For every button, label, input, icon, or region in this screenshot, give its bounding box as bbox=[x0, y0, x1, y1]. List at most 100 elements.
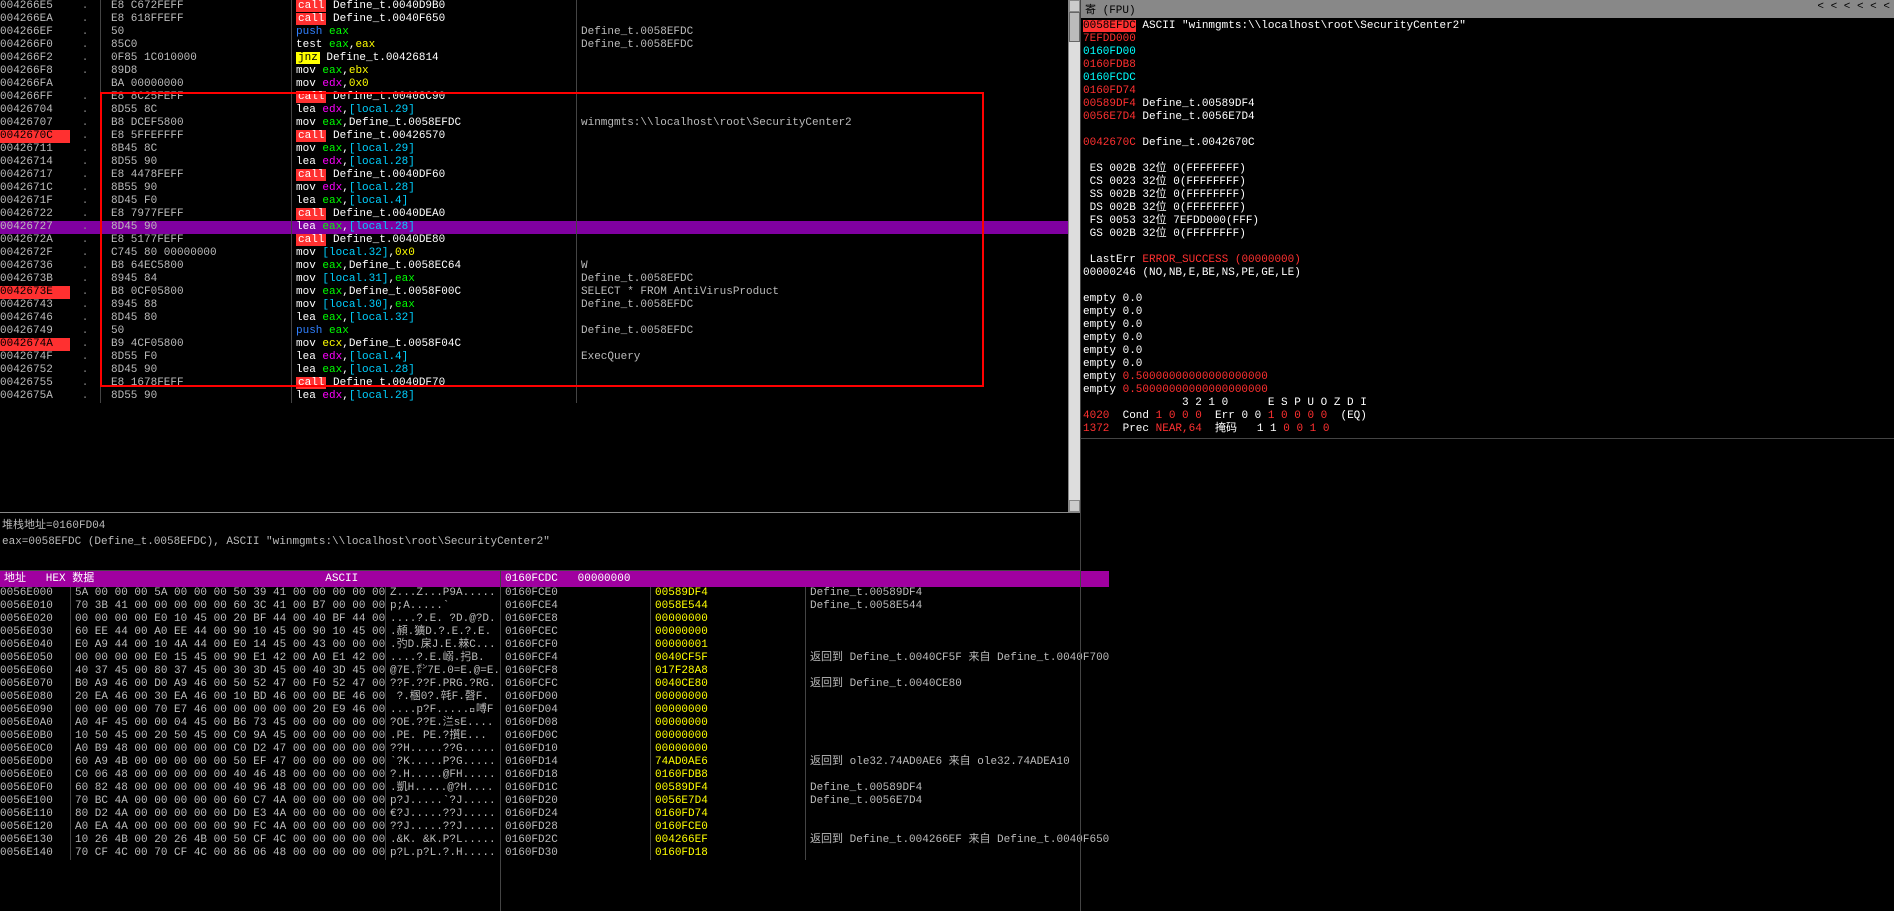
hex-row[interactable]: 0056E040E0 A9 44 00 10 4A 44 00 E0 14 45… bbox=[0, 639, 500, 652]
bytes: 50 bbox=[101, 26, 292, 39]
stack-row[interactable]: 0160FD240160FD74 bbox=[501, 808, 1109, 821]
hex-row[interactable]: 0056E0D060 A9 4B 00 00 00 00 00 50 EF 47… bbox=[0, 756, 500, 769]
stack-row[interactable]: 0160FCE40058E544Define_t.0058E544 bbox=[501, 600, 1109, 613]
disasm-row[interactable]: 0042671F.8D45 F0lea eax,[local.4] bbox=[0, 195, 1080, 208]
status-line-2: eax=0058EFDC (Define_t.0058EFDC), ASCII … bbox=[0, 534, 1080, 550]
bytes: E8 7977FEFF bbox=[101, 208, 292, 221]
disasm-row[interactable]: 0042674A.B9 4CF05800mov ecx,Define_t.005… bbox=[0, 338, 1080, 351]
hex-row[interactable]: 0056E120A0 EA 4A 00 00 00 00 00 90 FC 4A… bbox=[0, 821, 500, 834]
disasm-row[interactable]: 0042673E.B8 0CF05800mov eax,Define_t.005… bbox=[0, 286, 1080, 299]
stack-row[interactable]: 0160FCE800000000 bbox=[501, 613, 1109, 626]
disasm-row[interactable]: 0042673B.8945 84mov [local.31],eaxDefine… bbox=[0, 273, 1080, 286]
mnemonic: jnz Define_t.00426814 bbox=[292, 52, 577, 65]
hex-row[interactable]: 0056E08020 EA 46 00 30 EA 46 00 10 BD 46… bbox=[0, 691, 500, 704]
hex-row[interactable]: 0056E070B0 A9 46 00 D0 A9 46 00 50 52 47… bbox=[0, 678, 500, 691]
disasm-row[interactable]: 004266F2.0F85 1C010000jnz Define_t.00426… bbox=[0, 52, 1080, 65]
address: 004266FF bbox=[0, 91, 70, 104]
mnemonic: lea edx,[local.4] bbox=[292, 351, 577, 364]
hex-row[interactable]: 0056E0F060 82 48 00 00 00 00 00 40 96 48… bbox=[0, 782, 500, 795]
hex-dump-panel[interactable]: 地址 HEX 数据 ASCII 0056E0005A 00 00 00 5A 0… bbox=[0, 571, 501, 911]
hex-row[interactable]: 0056E11080 D2 4A 00 00 00 00 00 D0 E3 4A… bbox=[0, 808, 500, 821]
address: 0042675A bbox=[0, 390, 70, 403]
stack-row[interactable]: 0160FD200056E7D4Define_t.0056E7D4 bbox=[501, 795, 1109, 808]
stack-row[interactable]: 0160FD1000000000 bbox=[501, 743, 1109, 756]
disasm-row[interactable]: 004266E5.E8 C672FEFFcall Define_t.0040D9… bbox=[0, 0, 1080, 13]
disassembly-panel[interactable]: 004266E5.E8 C672FEFFcall Define_t.0040D9… bbox=[0, 0, 1080, 512]
disasm-row[interactable]: 004266F0.85C0test eax,eaxDefine_t.0058EF… bbox=[0, 39, 1080, 52]
stack-row[interactable]: 0160FCEC00000000 bbox=[501, 626, 1109, 639]
hex-row[interactable]: 0056E0C0A0 B9 48 00 00 00 00 00 C0 D2 47… bbox=[0, 743, 500, 756]
disasm-row[interactable]: 00426717.E8 4478FEFFcall Define_t.0040DF… bbox=[0, 169, 1080, 182]
hex-row[interactable]: 0056E09000 00 00 00 70 E7 46 00 00 00 00… bbox=[0, 704, 500, 717]
disasm-row[interactable]: 0042672A.E8 5177FEFFcall Define_t.0040DE… bbox=[0, 234, 1080, 247]
mnemonic: push eax bbox=[292, 325, 577, 338]
stack-row[interactable]: 0160FD300160FD18 bbox=[501, 847, 1109, 860]
fpu-controls[interactable]: < < < < < < bbox=[1817, 1, 1890, 17]
registers-panel[interactable]: 0058EFDC ASCII "winmgmts:\\localhost\roo… bbox=[1081, 18, 1894, 438]
disasm-row[interactable]: 0042675A.8D55 90lea edx,[local.28] bbox=[0, 390, 1080, 403]
disasm-row[interactable]: 00426711.8B45 8Cmov eax,[local.29] bbox=[0, 143, 1080, 156]
mnemonic: mov eax,ebx bbox=[292, 65, 577, 78]
disasm-row[interactable]: 0042674F.8D55 F0lea edx,[local.4]ExecQue… bbox=[0, 351, 1080, 364]
hex-row[interactable]: 0056E0B010 50 45 00 20 50 45 00 C0 9A 45… bbox=[0, 730, 500, 743]
hex-row[interactable]: 0056E03060 EE 44 00 A0 EE 44 00 90 10 45… bbox=[0, 626, 500, 639]
stack-row[interactable]: 0160FCF40040CF5F返回到 Define_t.0040CF5F 来自… bbox=[501, 652, 1109, 665]
stack-row[interactable]: 0160FD1474AD0AE6返回到 ole32.74AD0AE6 来自 ol… bbox=[501, 756, 1109, 769]
disasm-row[interactable]: 004266FABA 00000000mov edx,0x0 bbox=[0, 78, 1080, 91]
disasm-row[interactable]: 00426743.8945 88mov [local.30],eaxDefine… bbox=[0, 299, 1080, 312]
stack-row[interactable]: 0160FD0400000000 bbox=[501, 704, 1109, 717]
disasm-row[interactable]: 004266EA.E8 618FFEFFcall Define_t.0040F6… bbox=[0, 13, 1080, 26]
hex-row[interactable]: 0056E10070 BC 4A 00 00 00 00 00 60 C7 4A… bbox=[0, 795, 500, 808]
scrollbar[interactable] bbox=[1068, 0, 1080, 512]
disasm-row[interactable]: 00426707.B8 DCEF5800mov eax,Define_t.005… bbox=[0, 117, 1080, 130]
disasm-row[interactable]: 00426704.8D55 8Clea edx,[local.29] bbox=[0, 104, 1080, 117]
hex-row[interactable]: 0056E13010 26 4B 00 20 26 4B 00 50 CF 4C… bbox=[0, 834, 500, 847]
disasm-row[interactable]: 00426714.8D55 90lea edx,[local.28] bbox=[0, 156, 1080, 169]
disasm-row[interactable]: 00426752.8D45 90lea eax,[local.28] bbox=[0, 364, 1080, 377]
hex-row[interactable]: 0056E14070 CF 4C 00 70 CF 4C 00 86 06 48… bbox=[0, 847, 500, 860]
hex-row[interactable]: 0056E0005A 00 00 00 5A 00 00 00 50 39 41… bbox=[0, 587, 500, 600]
disasm-row[interactable]: 004266EF.50push eaxDefine_t.0058EFDC bbox=[0, 26, 1080, 39]
address: 0042672F bbox=[0, 247, 70, 260]
hex-row[interactable]: 0056E05000 00 00 00 E0 15 45 00 90 E1 42… bbox=[0, 652, 500, 665]
stack-row[interactable]: 0160FD0800000000 bbox=[501, 717, 1109, 730]
stack-panel-extended[interactable] bbox=[1081, 438, 1894, 779]
stack-row[interactable]: 0160FD1C00589DF4Define_t.00589DF4 bbox=[501, 782, 1109, 795]
stack-row[interactable]: 0160FCE000589DF4Define_t.00589DF4 bbox=[501, 587, 1109, 600]
bytes: 8D45 80 bbox=[101, 312, 292, 325]
stack-panel[interactable]: 0160FCDC 00000000 0160FCE000589DF4Define… bbox=[501, 571, 1109, 911]
register-row bbox=[1083, 124, 1892, 137]
stack-row[interactable]: 0160FD0C00000000 bbox=[501, 730, 1109, 743]
disasm-row[interactable]: 00426749.50push eaxDefine_t.0058EFDC bbox=[0, 325, 1080, 338]
stack-row[interactable]: 0160FD180160FDB8 bbox=[501, 769, 1109, 782]
disasm-row[interactable]: 00426746.8D45 80lea eax,[local.32] bbox=[0, 312, 1080, 325]
disasm-row[interactable]: 0042671C.8B55 90mov edx,[local.28] bbox=[0, 182, 1080, 195]
bytes: E8 C672FEFF bbox=[101, 0, 292, 13]
stack-row[interactable]: 0160FD2C004266EF返回到 Define_t.004266EF 来自… bbox=[501, 834, 1109, 847]
comment: SELECT * FROM AntiVirusProduct bbox=[577, 286, 1080, 299]
disasm-row[interactable]: 004266F8.89D8mov eax,ebx bbox=[0, 65, 1080, 78]
disasm-row[interactable]: 00426755.E8 1678FEFFcall Define_t.0040DF… bbox=[0, 377, 1080, 390]
disasm-row[interactable]: 004266FF.E8 8C25FEFFcall Define_t.00408C… bbox=[0, 91, 1080, 104]
stack-row[interactable]: 0160FCFC0040CE80返回到 Define_t.0040CE80 bbox=[501, 678, 1109, 691]
hex-row[interactable]: 0056E0A0A0 4F 45 00 00 04 45 00 B6 73 45… bbox=[0, 717, 500, 730]
disasm-row[interactable]: 0042672F.C745 80 00000000mov [local.32],… bbox=[0, 247, 1080, 260]
stack-row[interactable]: 0160FD280160FCE0 bbox=[501, 821, 1109, 834]
disasm-row[interactable]: 00426727.8D45 90lea eax,[local.28] bbox=[0, 221, 1080, 234]
hex-row[interactable]: 0056E01070 3B 41 00 00 00 00 00 60 3C 41… bbox=[0, 600, 500, 613]
disasm-row[interactable]: 00426722.E8 7977FEFFcall Define_t.0040DE… bbox=[0, 208, 1080, 221]
bytes: 8D55 90 bbox=[101, 156, 292, 169]
register-row: 0042670C Define_t.0042670C bbox=[1083, 137, 1892, 150]
stack-row[interactable]: 0160FCF8017F28A8 bbox=[501, 665, 1109, 678]
comment bbox=[577, 234, 1080, 247]
hex-row[interactable]: 0056E06040 37 45 00 80 37 45 00 30 3D 45… bbox=[0, 665, 500, 678]
stack-row[interactable]: 0160FD0000000000 bbox=[501, 691, 1109, 704]
mnemonic: call Define_t.0040D9B0 bbox=[292, 0, 577, 13]
stack-row[interactable]: 0160FCF000000001 bbox=[501, 639, 1109, 652]
comment bbox=[577, 182, 1080, 195]
hex-row[interactable]: 0056E0E0C0 06 48 00 00 00 00 00 40 46 48… bbox=[0, 769, 500, 782]
disasm-row[interactable]: 0042670C.E8 5FFEFFFFcall Define_t.004265… bbox=[0, 130, 1080, 143]
hex-row[interactable]: 0056E02000 00 00 00 E0 10 45 00 20 BF 44… bbox=[0, 613, 500, 626]
disasm-row[interactable]: 00426736.B8 64EC5800mov eax,Define_t.005… bbox=[0, 260, 1080, 273]
address: 00426743 bbox=[0, 299, 70, 312]
